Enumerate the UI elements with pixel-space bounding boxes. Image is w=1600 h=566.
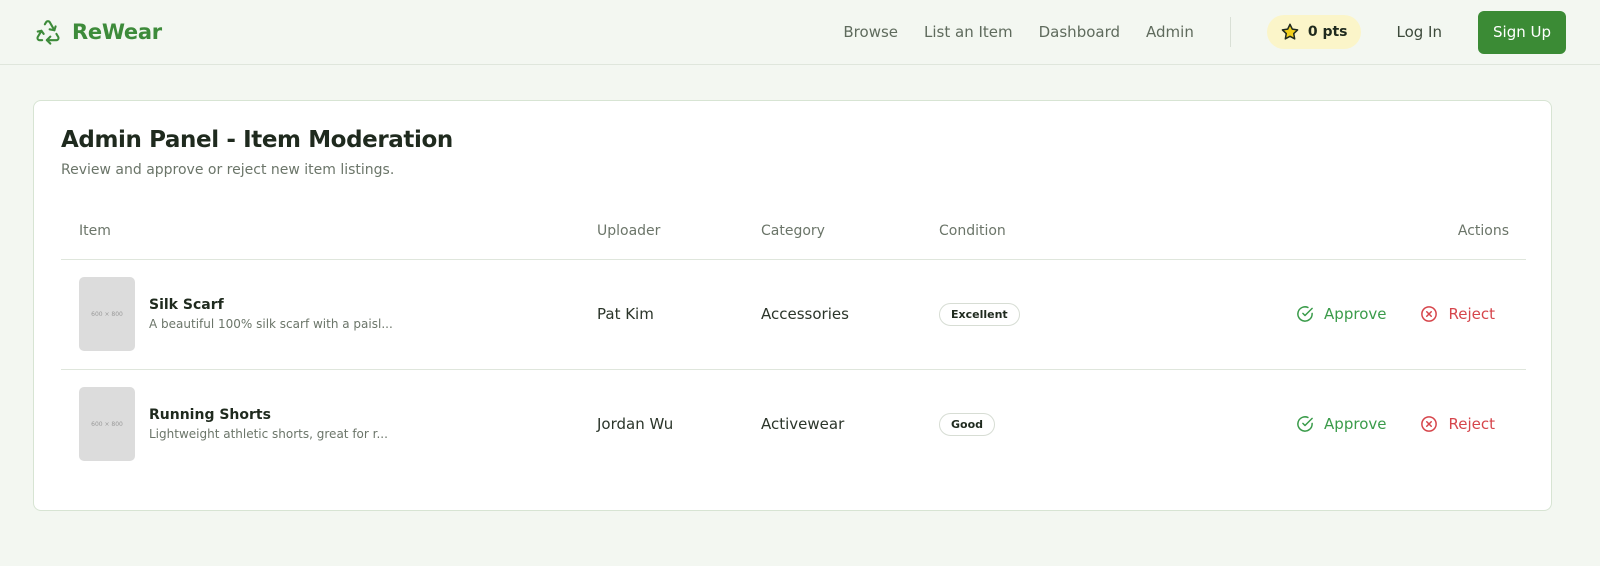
item-description: Lightweight athletic shorts, great for r… bbox=[149, 427, 388, 442]
uploader-cell: Jordan Wu bbox=[597, 415, 674, 434]
item-name: Silk Scarf bbox=[149, 297, 224, 313]
condition-cell: Good bbox=[939, 369, 1169, 479]
approve-label: Approve bbox=[1324, 415, 1387, 434]
header-uploader: Uploader bbox=[597, 203, 761, 260]
brand-logo-link[interactable]: ReWear bbox=[34, 18, 162, 46]
table-header-row: Item Uploader Category Condition Actions bbox=[61, 203, 1526, 260]
actions-cell: Approve Reject bbox=[1169, 369, 1526, 479]
moderation-table: Item Uploader Category Condition Actions… bbox=[61, 203, 1526, 479]
page-subtitle: Review and approve or reject new item li… bbox=[61, 162, 395, 178]
approve-button[interactable]: Approve bbox=[1296, 415, 1386, 433]
condition-badge: Good bbox=[939, 412, 996, 436]
actions-cell: Approve Reject bbox=[1169, 259, 1526, 370]
star-icon bbox=[1280, 22, 1300, 42]
reject-label: Reject bbox=[1448, 415, 1495, 434]
condition-cell: Excellent bbox=[939, 259, 1169, 370]
points-badge: 0 pts bbox=[1266, 15, 1361, 49]
points-value: 0 pts bbox=[1307, 24, 1348, 40]
header-category: Category bbox=[761, 203, 939, 260]
table-row: 600 × 800 Running Shorts Lightweight ath… bbox=[61, 369, 1526, 479]
uploader-cell: Pat Kim bbox=[597, 259, 761, 370]
nav-list-an-item[interactable]: List an Item bbox=[924, 23, 1013, 41]
table-row: 600 × 800 Silk Scarf A beautiful 100% si… bbox=[61, 259, 1526, 370]
nav-admin[interactable]: Admin bbox=[1146, 23, 1194, 41]
moderation-card: Admin Panel - Item Moderation Review and… bbox=[33, 100, 1552, 511]
header-actions: Actions bbox=[1169, 203, 1526, 260]
category-cell: Activewear bbox=[761, 415, 845, 434]
header-condition: Condition bbox=[939, 203, 1169, 260]
main-nav: Browse List an Item Dashboard Admin 0 pt… bbox=[843, 10, 1566, 54]
reject-button[interactable]: Reject bbox=[1420, 415, 1495, 433]
nav-browse[interactable]: Browse bbox=[843, 23, 898, 41]
nav-divider bbox=[1229, 17, 1231, 47]
approve-button[interactable]: Approve bbox=[1296, 305, 1386, 323]
check-circle-icon bbox=[1296, 305, 1314, 323]
item-cell: 600 × 800 Silk Scarf A beautiful 100% si… bbox=[61, 259, 597, 370]
approve-label: Approve bbox=[1324, 305, 1387, 323]
brand-name: ReWear bbox=[72, 20, 162, 44]
item-description: A beautiful 100% silk scarf with a paisl… bbox=[149, 317, 393, 331]
recycle-icon bbox=[34, 18, 62, 46]
login-button[interactable]: Log In bbox=[1397, 23, 1443, 41]
reject-label: Reject bbox=[1448, 305, 1495, 323]
signup-button[interactable]: Sign Up bbox=[1478, 10, 1566, 54]
item-thumbnail: 600 × 800 bbox=[79, 277, 135, 351]
x-circle-icon bbox=[1420, 415, 1438, 433]
check-circle-icon bbox=[1296, 415, 1314, 433]
item-name: Running Shorts bbox=[149, 407, 271, 424]
nav-dashboard[interactable]: Dashboard bbox=[1039, 23, 1120, 41]
header-item: Item bbox=[61, 203, 597, 260]
condition-badge: Excellent bbox=[939, 302, 1020, 326]
item-thumbnail: 600 × 800 bbox=[79, 387, 135, 462]
x-circle-icon bbox=[1420, 305, 1438, 323]
reject-button[interactable]: Reject bbox=[1420, 305, 1495, 323]
item-cell: 600 × 800 Running Shorts Lightweight ath… bbox=[61, 369, 597, 479]
category-cell: Accessories bbox=[761, 259, 939, 370]
top-navigation-bar: ReWear Browse List an Item Dashboard Adm… bbox=[0, 0, 1600, 65]
page-title: Admin Panel - Item Moderation bbox=[61, 127, 453, 153]
